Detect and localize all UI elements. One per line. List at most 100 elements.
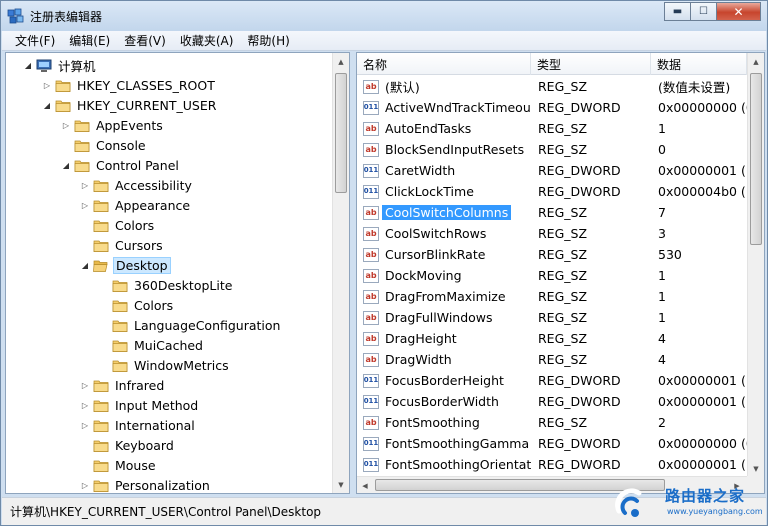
menu-edit[interactable]: 编辑(E)	[62, 32, 117, 49]
list-row[interactable]: ab DockMoving REG_SZ 1	[357, 265, 747, 286]
scroll-down-arrow-icon[interactable]: ▼	[333, 476, 349, 493]
scroll-left-arrow-icon[interactable]: ◀	[357, 477, 373, 493]
tree-node[interactable]: ▷ HKEY_CLASSES_ROOT	[41, 75, 217, 95]
expand-arrow-icon[interactable]: ▷	[79, 399, 91, 411]
tree-node[interactable]: Mouse	[79, 455, 158, 475]
watermark-url: www.yueyangbang.com	[667, 507, 763, 516]
list-row[interactable]: ab (默认) REG_SZ (数值未设置)	[357, 76, 747, 97]
expand-arrow-icon[interactable]: ▷	[79, 199, 91, 211]
registry-value-list[interactable]: 名称 类型 数据 ab (默认) REG_SZ (数值未设置) 011 ActiveWnd…	[356, 52, 765, 494]
list-row[interactable]: 011 FontSmoothingGamma REG_DWORD 0x00000000…	[357, 433, 747, 454]
tree-node[interactable]: ▷ Accessibility	[79, 175, 194, 195]
tree-node[interactable]: ▷ Infrared	[79, 375, 166, 395]
tree-node[interactable]: ▷ Input Method	[79, 395, 200, 415]
value-name: DragFullWindows	[385, 310, 493, 325]
list-row[interactable]: 011 ClickLockTime REG_DWORD 0x000004b0 (120…	[357, 181, 747, 202]
value-name-cell: ab DockMoving	[357, 265, 531, 286]
tree-node[interactable]: Keyboard	[79, 435, 176, 455]
collapse-arrow-icon[interactable]: ◢	[41, 99, 53, 111]
menu-favorites[interactable]: 收藏夹(A)	[173, 32, 241, 49]
value-name-cell: ab (默认)	[357, 76, 531, 97]
tree-node[interactable]: Colors	[79, 215, 156, 235]
list-row[interactable]: ab FontSmoothing REG_SZ 2	[357, 412, 747, 433]
list-row[interactable]: 011 FocusBorderWidth REG_DWORD 0x00000001 (…	[357, 391, 747, 412]
list-row[interactable]: ab BlockSendInputResets REG_SZ 0	[357, 139, 747, 160]
tree-node[interactable]: LanguageConfiguration	[98, 315, 282, 335]
menu-view[interactable]: 查看(V)	[117, 32, 173, 49]
tree-node-label: AppEvents	[96, 117, 163, 133]
tree-node[interactable]: ◢ Control Panel	[60, 155, 181, 175]
regedit-app-icon	[7, 8, 24, 24]
value-type-cell: REG_DWORD	[538, 436, 621, 451]
tree-node[interactable]: MuiCached	[98, 335, 205, 355]
tree-vertical-scrollbar[interactable]: ▲ ▼	[332, 53, 349, 493]
list-row[interactable]: ab DragHeight REG_SZ 4	[357, 328, 747, 349]
menu-help[interactable]: 帮助(H)	[240, 32, 296, 49]
binary-value-icon: 011	[363, 163, 379, 178]
list-row[interactable]: ab CursorBlinkRate REG_SZ 530	[357, 244, 747, 265]
registry-key-tree[interactable]: ◢ 计算机 ▷ HKEY_CLASSES_ROOT ◢ HKEY_CURRENT_USER…	[5, 52, 350, 494]
scrollbar-thumb[interactable]	[750, 73, 762, 245]
expand-arrow-icon[interactable]: ▷	[79, 179, 91, 191]
minimize-button[interactable]: ▬	[664, 2, 691, 21]
tree-node[interactable]: ◢ Desktop	[79, 255, 171, 275]
value-name: FocusBorderHeight	[385, 373, 504, 388]
list-row[interactable]: 011 FocusBorderHeight REG_DWORD 0x00000001 …	[357, 370, 747, 391]
value-name-cell: 011 FocusBorderWidth	[357, 391, 531, 412]
list-row[interactable]: 011 FontSmoothingOrientati... REG_DWORD 0x0…	[357, 454, 747, 475]
tree-node-label: Console	[96, 137, 146, 153]
list-row[interactable]: ab DragWidth REG_SZ 4	[357, 349, 747, 370]
list-row[interactable]: 011 CaretWidth REG_DWORD 0x00000001 (1)	[357, 160, 747, 181]
value-name: CoolSwitchRows	[385, 226, 487, 241]
tree-node[interactable]: ▷ AppEvents	[60, 115, 165, 135]
list-row[interactable]: 011 ActiveWndTrackTimeout REG_DWORD 0x00000…	[357, 97, 747, 118]
tree-node[interactable]: ▷ Appearance	[79, 195, 192, 215]
list-row[interactable]: ab AutoEndTasks REG_SZ 1	[357, 118, 747, 139]
tree-node[interactable]: 360DesktopLite	[98, 275, 234, 295]
value-name: FontSmoothingOrientati...	[385, 457, 531, 472]
collapse-arrow-icon[interactable]: ◢	[79, 259, 91, 271]
column-header-name[interactable]: 名称	[357, 53, 531, 75]
tree-node[interactable]: Colors	[98, 295, 175, 315]
title-bar[interactable]: 注册表编辑器 ▬ ☐ ✕	[1, 1, 767, 31]
tree-node[interactable]: WindowMetrics	[98, 355, 231, 375]
list-row[interactable]: ab CoolSwitchColumns REG_SZ 7	[357, 202, 747, 223]
scroll-up-arrow-icon[interactable]: ▲	[748, 53, 764, 70]
expand-arrow-icon[interactable]: ▷	[79, 419, 91, 431]
expand-arrow-icon[interactable]: ▷	[60, 119, 72, 131]
collapse-arrow-icon[interactable]: ◢	[60, 159, 72, 171]
value-type-cell: REG_SZ	[538, 268, 588, 283]
tree-node[interactable]: Console	[60, 135, 148, 155]
tree-node[interactable]: ◢ 计算机	[22, 55, 98, 75]
column-header-type[interactable]: 类型	[531, 53, 651, 75]
tree-node-label: Personalization	[115, 477, 210, 493]
folder-icon	[112, 359, 128, 372]
list-row[interactable]: ab DragFromMaximize REG_SZ 1	[357, 286, 747, 307]
tree-node-label: Colors	[134, 297, 174, 313]
tree-node[interactable]: ◢ HKEY_CURRENT_USER	[41, 95, 218, 115]
tree-node[interactable]: Cursors	[79, 235, 165, 255]
value-type-cell: REG_DWORD	[538, 163, 621, 178]
close-button[interactable]: ✕	[716, 2, 761, 21]
tree-node[interactable]: ▷ Personalization	[79, 475, 212, 493]
window-controls: ▬ ☐ ✕	[664, 2, 761, 21]
list-row[interactable]: ab CoolSwitchRows REG_SZ 3	[357, 223, 747, 244]
scrollbar-thumb[interactable]	[335, 73, 347, 193]
value-data-cell: 0x00000000 (0)	[658, 436, 747, 451]
list-vertical-scrollbar[interactable]: ▲ ▼	[747, 53, 764, 477]
expand-arrow-icon[interactable]: ▷	[79, 379, 91, 391]
value-name: (默认)	[385, 80, 420, 95]
expand-arrow-icon[interactable]: ▷	[41, 79, 53, 91]
list-row[interactable]: ab DragFullWindows REG_SZ 1	[357, 307, 747, 328]
scroll-down-arrow-icon[interactable]: ▼	[748, 460, 764, 477]
column-header-data[interactable]: 数据	[651, 53, 747, 75]
scroll-up-arrow-icon[interactable]: ▲	[333, 53, 349, 70]
menu-file[interactable]: 文件(F)	[8, 32, 62, 49]
tree-node[interactable]: ▷ International	[79, 415, 197, 435]
maximize-button[interactable]: ☐	[690, 2, 717, 21]
expand-arrow-icon[interactable]: ▷	[79, 479, 91, 491]
folder-icon	[93, 199, 109, 212]
tree-node-label: Appearance	[115, 197, 191, 213]
collapse-arrow-icon[interactable]: ◢	[22, 59, 34, 71]
